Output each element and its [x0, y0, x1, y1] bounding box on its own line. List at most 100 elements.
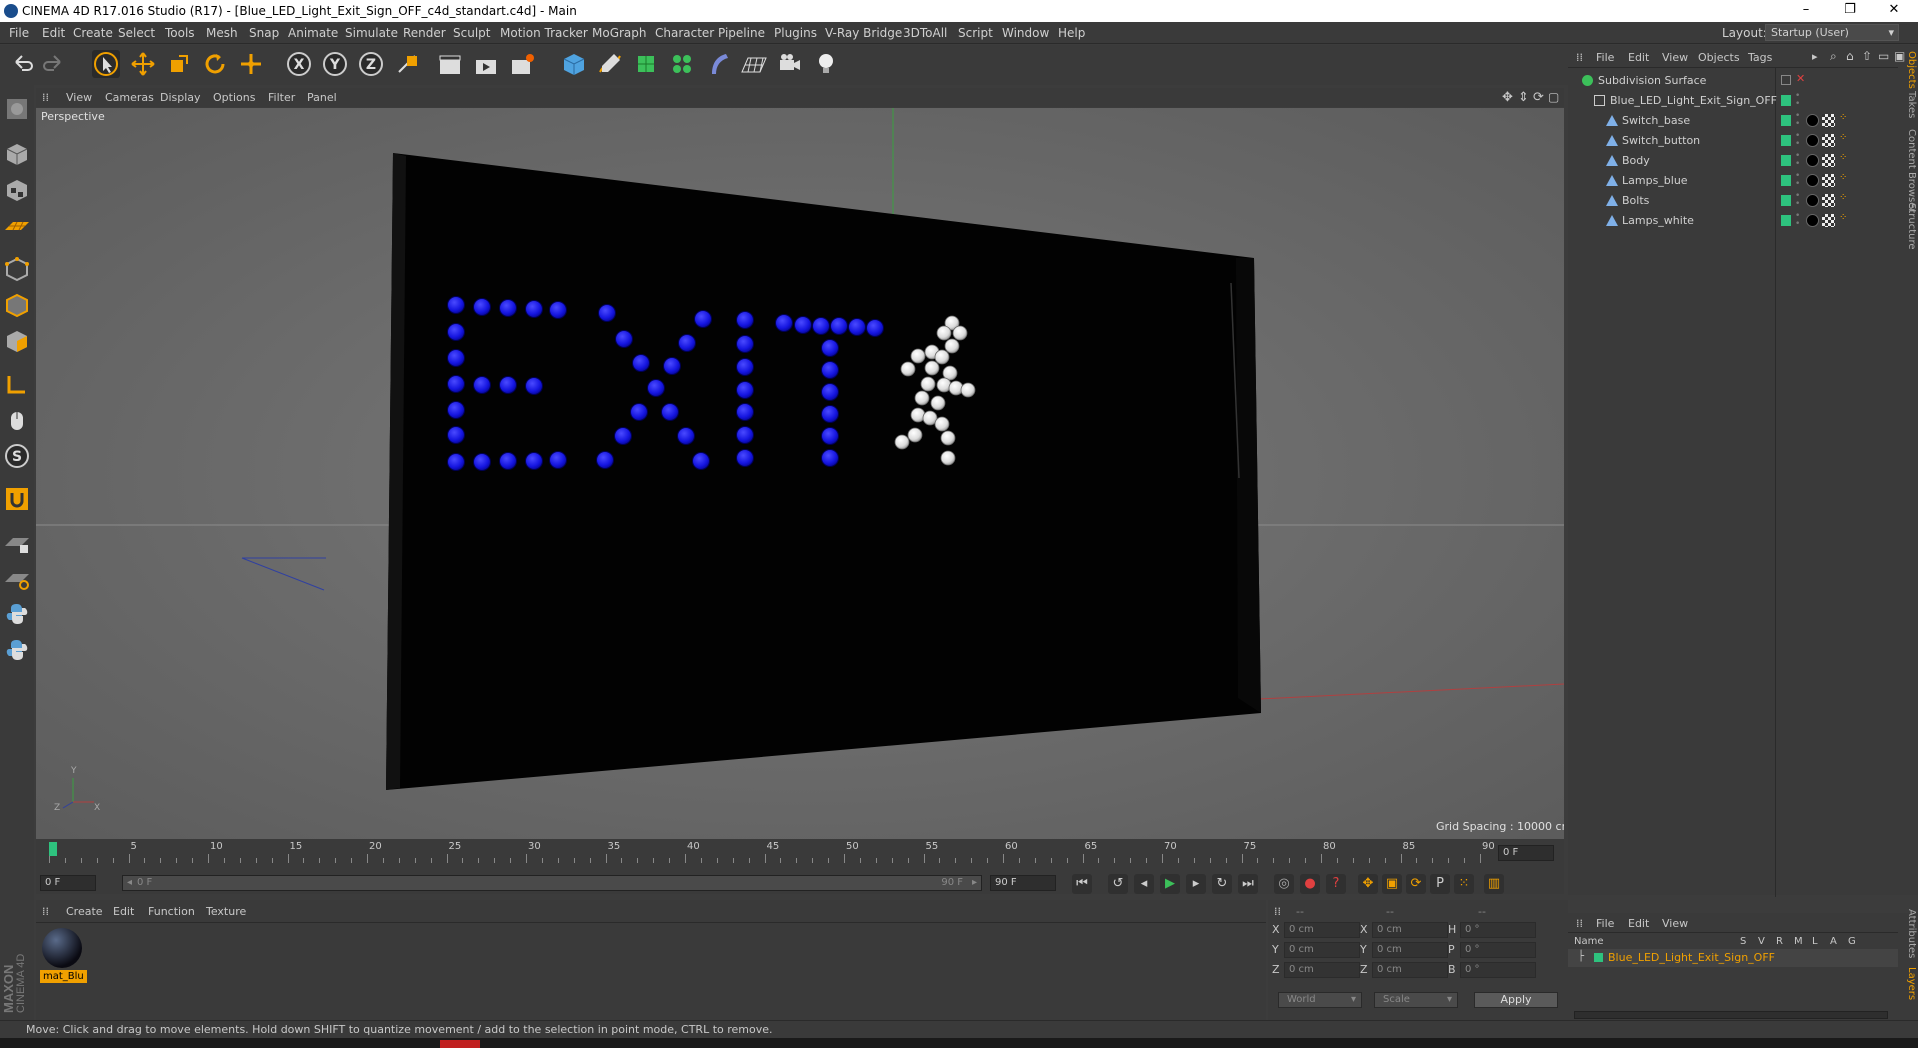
coord-value-field[interactable]: 0 cm [1284, 942, 1360, 958]
start-frame-field[interactable]: 0 F [40, 875, 96, 891]
enable-checkbox[interactable] [1781, 75, 1791, 85]
transform-tool-button[interactable] [237, 50, 265, 78]
menu-script[interactable]: Script [958, 26, 993, 40]
layout-select[interactable]: Startup (User) ▾ [1765, 24, 1899, 41]
timeline-window-button[interactable]: ▥ [1484, 874, 1504, 894]
viewport-menu-cameras[interactable]: Cameras [105, 91, 154, 104]
search-icon[interactable]: ⌕ [1830, 49, 1837, 64]
locked-workplane-button[interactable] [3, 528, 31, 556]
phong-tag-icon[interactable]: ⁘ [1839, 112, 1847, 123]
object-row[interactable]: Body • • ⁘ [1576, 152, 1906, 170]
points-mode-button[interactable] [3, 255, 31, 283]
layer-color-tag[interactable] [1781, 155, 1791, 166]
side-tab-content-browser[interactable]: Content Browser [1906, 129, 1917, 212]
menu-render[interactable]: Render [403, 26, 446, 40]
object-row[interactable]: Subdivision Surface ✕ [1576, 72, 1906, 90]
polygons-mode-button[interactable] [3, 327, 31, 355]
phong-tag-icon[interactable]: ⁘ [1839, 172, 1847, 183]
floor-button[interactable] [740, 50, 768, 78]
coord-value-field[interactable]: 0 cm [1372, 962, 1448, 978]
layers-menu-edit[interactable]: Edit [1628, 917, 1649, 930]
object-row[interactable]: Lamps_blue • • ⁘ [1576, 172, 1906, 190]
texture-tag-icon[interactable] [1822, 194, 1835, 207]
maximize-button[interactable]: ❐ [1830, 2, 1870, 20]
phong-tag-icon[interactable]: ⁘ [1839, 152, 1847, 163]
coord-value-field[interactable]: 0 cm [1284, 922, 1360, 938]
texture-tag-icon[interactable] [1822, 134, 1835, 147]
texture-tag-icon[interactable] [1822, 114, 1835, 127]
phong-tag-icon[interactable]: ⁘ [1839, 192, 1847, 203]
objects-menu-objects[interactable]: Objects [1698, 51, 1740, 64]
layer-color-tag[interactable] [1781, 135, 1791, 146]
objects-menu-file[interactable]: File [1596, 51, 1614, 64]
material-menu-create[interactable]: Create [66, 905, 103, 918]
texture-tag-icon[interactable] [1822, 174, 1835, 187]
material-menu-function[interactable]: Function [148, 905, 195, 918]
menu-plugins[interactable]: Plugins [774, 26, 817, 40]
texture-tag-icon[interactable] [1822, 214, 1835, 227]
viewport-menu-filter[interactable]: Filter [268, 91, 295, 104]
planar-workplane-button[interactable] [3, 564, 31, 592]
side-tab-attributes[interactable]: Attributes [1906, 909, 1917, 958]
cube-object-button[interactable] [560, 50, 588, 78]
material-tag-icon[interactable] [1806, 174, 1819, 187]
phong-tag-icon[interactable]: ⁘ [1839, 132, 1847, 143]
object-row[interactable]: Blue_LED_Light_Exit_Sign_OFF • • [1576, 92, 1906, 110]
object-row[interactable]: Bolts • • ⁘ [1576, 192, 1906, 210]
menu-simulate[interactable]: Simulate [345, 26, 398, 40]
objects-menu-tags[interactable]: Tags [1748, 51, 1772, 64]
layers-menu-file[interactable]: File [1596, 917, 1614, 930]
record-button[interactable]: ● [1300, 874, 1320, 894]
z-axis-lock-button[interactable]: Z [357, 50, 385, 78]
playhead[interactable] [49, 842, 57, 856]
menu-select[interactable]: Select [118, 26, 155, 40]
viewport-rotate-icon[interactable]: ⟳ [1533, 90, 1544, 105]
up-icon[interactable]: ⇧ [1862, 49, 1872, 63]
viewport-dolly-icon[interactable]: ⇕ [1518, 90, 1529, 105]
key-scale-button[interactable]: ▣ [1382, 874, 1402, 894]
close-button[interactable]: ✕ [1874, 2, 1914, 20]
key-rotation-button[interactable]: ⟳ [1406, 874, 1426, 894]
visibility-dots-icon[interactable]: • • [1795, 212, 1800, 229]
pen-spline-button[interactable] [596, 50, 624, 78]
layers-menu-view[interactable]: View [1662, 917, 1688, 930]
objects-menu-view[interactable]: View [1662, 51, 1688, 64]
frame-range-slider[interactable]: ◂ 0 F 90 F ▸ [122, 875, 982, 891]
model-mode-button[interactable] [3, 140, 31, 168]
viewport-move-icon[interactable]: ✥ [1502, 90, 1513, 105]
object-row[interactable]: Switch_base • • ⁘ [1576, 112, 1906, 130]
material-menu-texture[interactable]: Texture [206, 905, 246, 918]
chevron-right-icon[interactable]: ▸ [1812, 50, 1818, 63]
menu-sculpt[interactable]: Sculpt [453, 26, 490, 40]
menu-mesh[interactable]: Mesh [206, 26, 238, 40]
coordinate-system-button[interactable] [393, 50, 421, 78]
viewport-menu-panel[interactable]: Panel [307, 91, 337, 104]
go-to-end-button[interactable]: ⏭ [1238, 874, 1258, 894]
3d-viewport[interactable]: Perspective Y Z X Grid Spacing : 10000 c… [36, 108, 1564, 839]
live-selection-button[interactable] [92, 50, 120, 78]
render-to-picture-viewer-button[interactable] [472, 50, 500, 78]
coord-value-field[interactable]: 0 ° [1460, 962, 1536, 978]
next-keyframe-button[interactable]: ↻ [1212, 874, 1232, 894]
render-view-button[interactable] [436, 50, 464, 78]
menu-motion-tracker[interactable]: Motion Tracker [500, 26, 588, 40]
menu-mograph[interactable]: MoGraph [592, 26, 647, 40]
redo-button[interactable] [40, 50, 68, 78]
coord-value-field[interactable]: 0 cm [1372, 942, 1448, 958]
side-tab-structure[interactable]: Structure [1906, 203, 1917, 250]
magnet-button[interactable] [3, 485, 31, 513]
play-button[interactable]: ▶ [1160, 874, 1180, 894]
y-axis-lock-button[interactable]: Y [321, 50, 349, 78]
minimize-button[interactable]: – [1786, 2, 1826, 20]
object-row[interactable]: Lamps_white • • ⁘ [1576, 212, 1906, 230]
menu-3dtoall[interactable]: 3DToAll [903, 26, 947, 40]
visibility-dots-icon[interactable]: • • [1795, 152, 1800, 169]
side-tab-objects[interactable]: Objects [1906, 51, 1917, 89]
subdivision-surface-button[interactable] [632, 50, 660, 78]
timeline-ruler[interactable]: 051015202530354045505560657075808590 0 F [36, 839, 1564, 879]
visibility-dots-icon[interactable]: • • [1795, 92, 1800, 109]
menu-tools[interactable]: Tools [165, 26, 195, 40]
light-button[interactable] [812, 50, 840, 78]
workplane-mode-button[interactable] [3, 212, 31, 240]
edges-mode-button[interactable] [3, 291, 31, 319]
